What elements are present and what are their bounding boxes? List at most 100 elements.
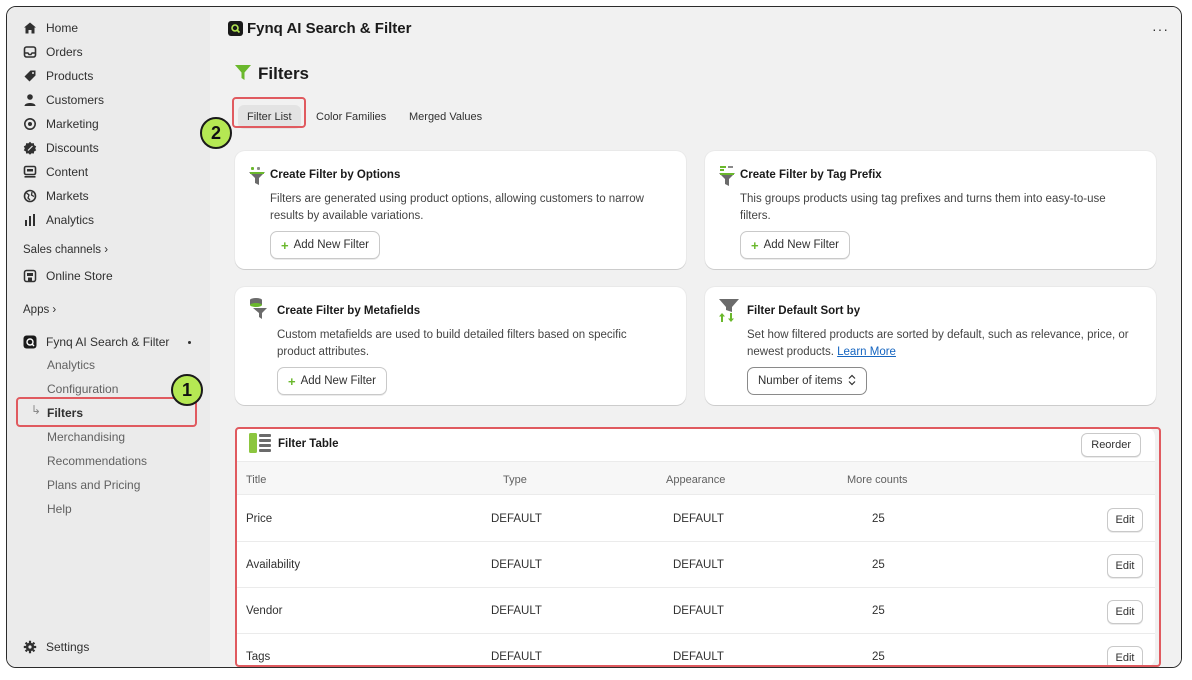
- page-header: Filters: [234, 63, 309, 84]
- app-logo-icon: [23, 335, 37, 349]
- sidebar-item-label: Content: [46, 165, 89, 179]
- sidebar-item-label: Marketing: [46, 117, 99, 131]
- person-icon: [23, 93, 37, 107]
- sidebar-subitem-help[interactable]: Help: [47, 502, 72, 516]
- sidebar-item-orders[interactable]: Orders: [23, 42, 83, 62]
- main-content: Fynq AI Search & Filter ··· Filters Filt…: [200, 7, 1181, 667]
- card-create-by-tag-prefix: Create Filter by Tag Prefix This groups …: [705, 151, 1156, 269]
- sales-channels-section[interactable]: Sales channels ›: [23, 244, 108, 256]
- card-description-line2: newest products. Learn More: [747, 344, 896, 361]
- target-icon: [23, 117, 37, 131]
- app-logo-icon: [228, 20, 243, 36]
- sidebar-subitem-recommendations[interactable]: Recommendations: [47, 454, 147, 468]
- sidebar-item-customers[interactable]: Customers: [23, 90, 104, 110]
- sidebar-item-settings[interactable]: Settings: [23, 637, 89, 657]
- sidebar-item-label: Home: [46, 21, 79, 35]
- sales-channels-label: Sales channels: [23, 244, 101, 256]
- sidebar-subitem-analytics[interactable]: Analytics: [47, 358, 95, 372]
- card-title: Create Filter by Options: [270, 169, 401, 181]
- sidebar-subitem-plans-pricing[interactable]: Plans and Pricing: [47, 478, 140, 492]
- learn-more-link[interactable]: Learn More: [837, 346, 896, 358]
- funnel-sort-icon: [718, 297, 739, 322]
- card-default-sort: Filter Default Sort by Set how filtered …: [705, 287, 1156, 405]
- discount-icon: [23, 141, 37, 155]
- annotation-highlight-filter-table: [235, 427, 1161, 667]
- funnel-metafields-icon: [248, 297, 267, 319]
- plus-icon: +: [288, 373, 296, 389]
- funnel-options-icon: [248, 166, 266, 186]
- card-description-line2: product attributes.: [277, 346, 370, 358]
- card-title: Filter Default Sort by: [747, 305, 861, 317]
- bar-chart-icon: [23, 213, 37, 227]
- button-label: Add New Filter: [293, 239, 370, 251]
- card-create-by-options: Create Filter by Options Filters are gen…: [235, 151, 686, 269]
- card-description-line2: filters.: [740, 210, 771, 222]
- store-icon: [23, 269, 37, 283]
- card-description-line1: Set how filtered products are sorted by …: [747, 329, 1129, 341]
- sidebar-subitem-merchandising[interactable]: Merchandising: [47, 430, 125, 444]
- sidebar-item-analytics[interactable]: Analytics: [23, 210, 94, 230]
- annotation-badge-2: 2: [200, 117, 232, 149]
- more-actions-button[interactable]: ···: [1152, 21, 1169, 37]
- sidebar-item-markets[interactable]: Markets: [23, 186, 89, 206]
- button-label: Add New Filter: [763, 239, 840, 251]
- funnel-tag-icon: [718, 166, 736, 186]
- gear-icon: [23, 640, 37, 654]
- chevron-right-icon: ›: [104, 244, 109, 256]
- sidebar-item-products[interactable]: Products: [23, 66, 93, 86]
- button-label: Add New Filter: [300, 375, 377, 387]
- tag-icon: [23, 69, 37, 83]
- annotation-highlight-filters: [16, 397, 197, 427]
- app-pin-dot: [188, 341, 191, 344]
- content-icon: [23, 165, 37, 179]
- page-title: Filters: [258, 63, 310, 83]
- sidebar-item-marketing[interactable]: Marketing: [23, 114, 99, 134]
- sidebar-subitem-configuration[interactable]: Configuration: [47, 382, 118, 396]
- annotation-badge-1: 1: [171, 374, 203, 406]
- apps-section[interactable]: Apps ›: [23, 304, 56, 316]
- card-title: Create Filter by Tag Prefix: [740, 169, 882, 181]
- tab-merged-values[interactable]: Merged Values: [400, 105, 491, 129]
- default-sort-select[interactable]: Number of items: [747, 367, 868, 395]
- sidebar-item-app[interactable]: Fynq AI Search & Filter: [23, 332, 169, 352]
- app-window: Home Orders Products Customers Marketing…: [6, 6, 1182, 668]
- add-new-filter-button[interactable]: + Add New Filter: [740, 231, 851, 259]
- sidebar: Home Orders Products Customers Marketing…: [7, 7, 210, 667]
- card-description-line2: results by available variations.: [270, 210, 424, 222]
- sidebar-item-label: Analytics: [46, 213, 95, 227]
- sidebar-item-label: Customers: [46, 93, 105, 107]
- select-chevrons-icon: [848, 374, 856, 389]
- funnel-icon: [234, 63, 252, 84]
- card-create-by-metafields: Create Filter by Metafields Custom metaf…: [235, 287, 686, 405]
- select-value: Number of items: [758, 375, 843, 387]
- sidebar-item-label: Discounts: [46, 141, 99, 155]
- apps-label: Apps: [23, 304, 50, 316]
- card-description-line1: Filters are generated using product opti…: [270, 193, 644, 205]
- card-description-line1: Custom metafields are used to build deta…: [277, 329, 627, 341]
- globe-icon: [23, 189, 37, 203]
- card-description-line1: This groups products using tag prefixes …: [740, 193, 1106, 205]
- sidebar-item-label: Online Store: [46, 269, 113, 283]
- orders-icon: [23, 45, 37, 59]
- home-icon: [23, 21, 37, 35]
- app-name-label: Fynq AI Search & Filter: [46, 335, 170, 349]
- sidebar-item-label: Products: [46, 69, 94, 83]
- add-new-filter-button[interactable]: + Add New Filter: [270, 231, 381, 259]
- app-title: Fynq AI Search & Filter: [247, 19, 412, 37]
- add-new-filter-button[interactable]: + Add New Filter: [277, 367, 388, 395]
- plus-icon: +: [751, 237, 759, 253]
- sidebar-item-label: Markets: [46, 189, 89, 203]
- card-title: Create Filter by Metafields: [277, 305, 421, 317]
- tab-color-families[interactable]: Color Families: [307, 105, 395, 129]
- sidebar-item-home[interactable]: Home: [23, 18, 78, 38]
- sidebar-item-online-store[interactable]: Online Store: [23, 266, 113, 286]
- sidebar-item-discounts[interactable]: Discounts: [23, 138, 99, 158]
- annotation-highlight-filter-list: [232, 97, 306, 128]
- sidebar-item-content[interactable]: Content: [23, 162, 88, 182]
- app-topbar: Fynq AI Search & Filter ···: [210, 7, 1181, 49]
- plus-icon: +: [281, 237, 289, 253]
- description-text: newest products.: [747, 346, 834, 358]
- chevron-right-icon: ›: [52, 304, 57, 316]
- sidebar-item-label: Orders: [46, 45, 83, 59]
- sidebar-item-label: Settings: [46, 640, 90, 654]
